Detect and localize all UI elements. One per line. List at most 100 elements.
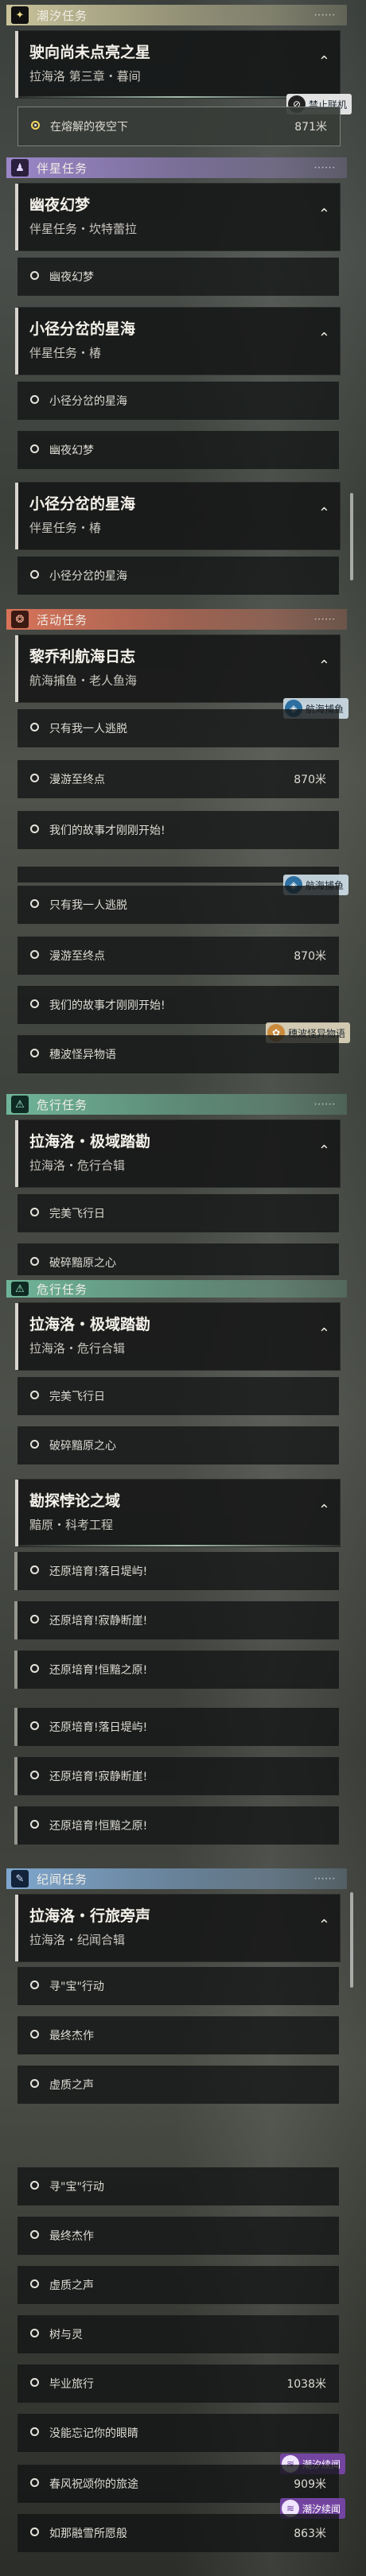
step-label: 毕业旅行 [49,2378,94,2391]
circle-icon [30,1664,39,1673]
step-item[interactable]: 我们的故事才刚刚开始! [18,811,339,849]
section-header-huodong[interactable]: ❂ 活动任务 •••••• [6,609,347,630]
step-item[interactable]: 还原培育!恒黯之原! [14,1806,339,1845]
mission-card[interactable]: 小径分岔的星海 伴星任务・椿 ⌃ [15,482,341,550]
step-item[interactable]: 完美飞行日 [18,1377,339,1415]
step-item[interactable]: 还原培育!恒黯之原! [14,1651,339,1689]
step-item[interactable]: 小径分岔的星海 [18,557,339,595]
scrollbar-thumb[interactable] [350,493,353,580]
step-label: 破碎黯原之心 [49,1257,116,1270]
step-item[interactable]: 没能忘记你的眼睛 [18,2414,339,2452]
mission-subtitle: 航海捕鱼・老人鱼海 [29,673,138,688]
step-item[interactable]: 春风祝颂你的旅途 909米 [18,2465,339,2503]
step-item[interactable]: 我们的故事才刚刚开始! [18,986,339,1024]
step-item[interactable]: 破碎黯原之心 [18,1426,339,1465]
step-label: 破碎黯原之心 [49,1440,116,1453]
step-item[interactable]: 毕业旅行 1038米 [18,2365,339,2403]
step-item[interactable]: 只有我一人逃脱 [18,886,339,924]
step-bar [14,1651,18,1689]
mission-subtitle: 拉海洛・危行合辑 [29,1341,126,1356]
step-item[interactable]: 穗波怪异物语 [18,1035,339,1073]
mission-subtitle: 伴星任务・坎特蕾拉 [29,222,138,236]
decor-dots: •••••• [313,1876,336,1882]
section-header-weixing[interactable]: ⚠ 危行任务 [6,1280,347,1298]
mission-card[interactable]: 勘探悖论之域 黯原・科考工程 ⌃ [15,1479,341,1547]
chevron-up-icon[interactable]: ⌃ [318,1502,330,1519]
scrollbar-thumb[interactable] [350,1892,353,1988]
chevron-up-icon[interactable]: ⌃ [318,330,330,347]
mission-card[interactable]: 拉海洛・极域踏勘 拉海洛・危行合辑 ⌃ [15,1302,341,1371]
section-header-jiwen[interactable]: ✎ 纪闻任务 •••••• [6,1868,347,1889]
mission-card[interactable]: 黎乔利航海日志 航海捕鱼・老人鱼海 ⌃ [15,634,341,703]
step-item[interactable]: 虚质之声 [18,2066,339,2104]
mission-subtitle: 拉海洛・纪闻合辑 [29,1933,126,1947]
circle-icon [30,1257,39,1266]
step-label: 还原培育!寂静断崖! [49,1771,148,1783]
step-item[interactable]: 寻"宝"行动 [18,1967,339,2005]
circle-icon [30,2478,39,2487]
mission-card[interactable]: 小径分岔的星海 伴星任务・椿 ⌃ [15,307,341,375]
chevron-up-icon[interactable]: ⌃ [318,505,330,522]
step-label: 我们的故事才刚刚开始! [49,824,165,837]
step-item[interactable]: 寻"宝"行动 [18,2167,339,2206]
step-distance: 870米 [294,774,326,786]
mission-card[interactable]: 拉海洛・行旅旁声 拉海洛・纪闻合辑 ⌃ [15,1894,341,1962]
step-item[interactable]: 还原培育!落日堤屿! [14,1708,339,1746]
mission-card[interactable]: 驶向尚未点亮之星 拉海洛 第三章・暮间 ⌃ [15,30,341,99]
mission-subtitle: 黯原・科考工程 [29,1518,114,1532]
chevron-up-icon[interactable]: ⌃ [318,1325,330,1342]
step-bar [14,1806,18,1845]
circle-icon [30,723,39,731]
step-label: 还原培育!恒黯之原! [49,1820,148,1833]
circle-icon [30,2230,39,2239]
step-item[interactable]: 只有我一人逃脱 [18,709,339,747]
step-bar [14,1601,18,1639]
step-label: 漫游至终点 [49,950,105,963]
step-item[interactable]: 树与灵 [18,2315,339,2353]
section-header-weixing[interactable]: ⚠ 危行任务 •••••• [6,1094,347,1115]
step-label: 还原培育!落日堤屿! [49,1565,148,1578]
step-item[interactable]: 还原培育!寂静断崖! [14,1601,339,1639]
step-item[interactable]: 还原培育!寂静断崖! [14,1757,339,1795]
chevron-up-icon[interactable]: ⌃ [318,206,330,223]
circle-icon [30,1820,39,1829]
step-distance: 1038米 [286,2378,326,2391]
step-label: 虚质之声 [49,2079,94,2092]
chevron-up-icon[interactable]: ⌃ [318,53,330,70]
step-item[interactable]: 幽夜幻梦 [18,258,339,296]
mission-card[interactable]: 幽夜幻梦 伴星任务・坎特蕾拉 ⌃ [15,183,341,251]
step-item[interactable]: 完美飞行日 [18,1194,339,1232]
step-item[interactable]: 幽夜幻梦 [18,431,339,469]
section-header-banxing[interactable]: ♟ 伴星任务 •••••• [6,157,347,178]
step-item[interactable]: 破碎黯原之心 [18,1243,339,1275]
circle-icon [30,1049,39,1057]
circle-icon [30,1565,39,1574]
step-item[interactable]: 在熔解的夜空下 871米 [18,107,341,146]
circle-icon [30,824,39,833]
step-item[interactable]: 还原培育!落日堤屿! [14,1552,339,1590]
circle-icon [30,2329,39,2337]
chevron-up-icon[interactable]: ⌃ [318,658,330,674]
mission-card[interactable]: 拉海洛・极域踏勘 拉海洛・危行合辑 ⌃ [15,1119,341,1188]
step-bar [14,1708,18,1746]
step-item[interactable]: 如那融雪所愿般 863米 [18,2514,339,2552]
mission-title: 小径分岔的星海 [29,495,136,513]
step-label: 寻"宝"行动 [49,1980,104,1993]
step-label: 只有我一人逃脱 [49,723,127,735]
circle-icon [30,2528,39,2536]
step-item[interactable]: 漫游至终点 870米 [18,937,339,975]
step-label: 还原培育!落日堤屿! [49,1721,148,1734]
circle-icon [30,2378,39,2387]
step-item[interactable]: 最终杰作 [18,2016,339,2054]
step-item[interactable]: 漫游至终点 870米 [18,760,339,798]
circle-icon [30,444,39,453]
step-item[interactable]: 最终杰作 [18,2217,339,2255]
step-item[interactable]: 小径分岔的星海 [18,382,339,420]
step-label: 在熔解的夜空下 [50,121,128,134]
step-item[interactable]: 虚质之声 [18,2266,339,2304]
chevron-up-icon[interactable]: ⌃ [318,1143,330,1159]
step-label: 漫游至终点 [49,774,105,786]
section-header-chaoxi[interactable]: ✦ 潮汐任务 •••••• [6,5,347,25]
section-title: 纪闻任务 [37,1872,88,1887]
chevron-up-icon[interactable]: ⌃ [318,1917,330,1934]
